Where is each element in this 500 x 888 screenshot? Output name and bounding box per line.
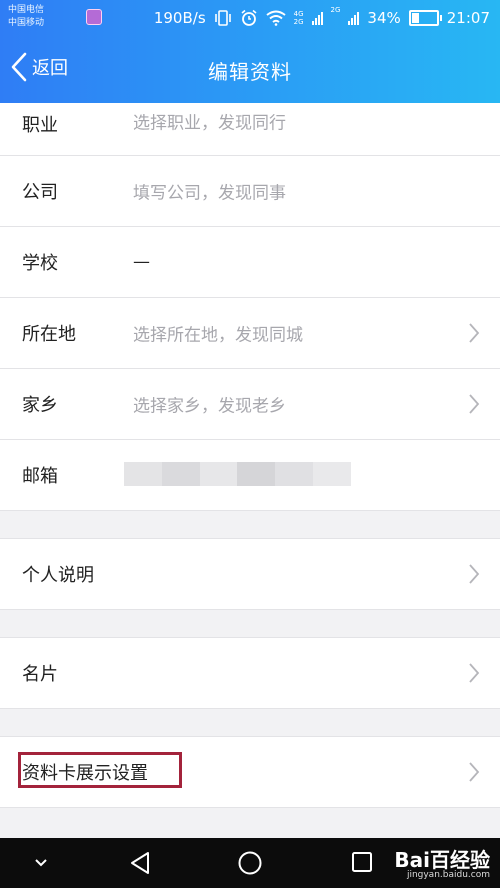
network-speed: 190B/s <box>153 9 206 27</box>
signal-icon-2 <box>348 11 360 25</box>
field-label: 所在地 <box>22 324 76 345</box>
baidu-jingyan-watermark: Bai百经验 jingyan.baidu.com <box>394 844 490 880</box>
home-circle-icon[interactable] <box>237 850 263 876</box>
email-value-blurred <box>124 462 351 486</box>
field-value: 选择家乡，发现老乡 <box>133 396 286 417</box>
section-label: 资料卡展示设置 <box>22 763 148 784</box>
section-divider <box>0 511 500 539</box>
watermark-url: jingyan.baidu.com <box>406 870 490 880</box>
field-label: 家乡 <box>22 395 58 416</box>
field-label: 职业 <box>22 114 58 136</box>
field-label: 邮箱 <box>22 466 58 487</box>
status-bar: 中国电信 中国移动 190B/s 4G 2G 2G 34% 21:07 <box>0 0 500 36</box>
chevron-right-icon <box>469 394 480 414</box>
navigation-bar: 返回 编辑资料 <box>0 36 500 103</box>
field-label: 学校 <box>22 253 58 274</box>
back-triangle-icon[interactable] <box>128 850 152 876</box>
page-title: 编辑资料 <box>208 60 292 84</box>
top-bar: 中国电信 中国移动 190B/s 4G 2G 2G 34% 21:07 返回 编… <box>0 0 500 103</box>
signal-icon-1 <box>311 11 323 25</box>
carrier-1: 中国电信 <box>8 5 45 15</box>
carrier-2: 中国移动 <box>8 18 45 28</box>
field-label: 公司 <box>22 182 58 203</box>
field-value: 选择所在地，发现同城 <box>133 325 303 346</box>
system-navigation-bar: Bai百经验 jingyan.baidu.com <box>0 838 500 888</box>
notification-app-icon <box>86 9 102 25</box>
wifi-icon <box>266 10 286 26</box>
section-row-profile-card-display-settings[interactable]: 资料卡展示设置 <box>0 737 500 808</box>
field-row-hometown[interactable]: 家乡 选择家乡，发现老乡 <box>0 369 500 440</box>
section-divider <box>0 610 500 638</box>
profile-edit-list: 职业 选择职业，发现同行 公司 填写公司，发现同事 学校 — 所在地 选择所在地… <box>0 103 500 808</box>
field-row-location[interactable]: 所在地 选择所在地，发现同城 <box>0 298 500 369</box>
recents-square-icon[interactable] <box>350 850 374 874</box>
section-divider <box>0 709 500 737</box>
chevron-right-icon <box>469 762 480 782</box>
field-row-email[interactable]: 邮箱 <box>0 440 500 511</box>
battery-percent: 34% <box>367 9 401 27</box>
section-label: 个人说明 <box>22 565 94 586</box>
field-row-school[interactable]: 学校 — <box>0 227 500 298</box>
section-row-business-card[interactable]: 名片 <box>0 638 500 709</box>
field-row-company[interactable]: 公司 填写公司，发现同事 <box>0 156 500 227</box>
field-row-occupation[interactable]: 职业 选择职业，发现同行 <box>0 103 500 156</box>
status-indicators: 190B/s 4G 2G 2G 34% 21:07 <box>153 6 490 28</box>
field-value: 选择职业，发现同行 <box>133 113 286 134</box>
alarm-icon <box>241 9 257 26</box>
section-label: 名片 <box>22 664 58 685</box>
carrier-info: 中国电信 中国移动 <box>8 4 44 30</box>
section-row-personal-statement[interactable]: 个人说明 <box>0 539 500 610</box>
chevron-right-icon <box>469 323 480 343</box>
vibrate-icon <box>214 10 231 26</box>
clock: 21:07 <box>446 9 490 27</box>
battery-icon <box>408 10 442 26</box>
chevron-right-icon <box>469 663 480 683</box>
field-value: 填写公司，发现同事 <box>133 183 286 204</box>
chevron-right-icon <box>469 564 480 584</box>
network-type-2g: 2G <box>330 6 341 14</box>
network-type-4g: 4G 2G <box>293 10 304 26</box>
field-value: — <box>133 252 150 272</box>
watermark-brand: Bai百经验 <box>394 848 490 872</box>
hide-nav-icon[interactable] <box>33 858 49 868</box>
